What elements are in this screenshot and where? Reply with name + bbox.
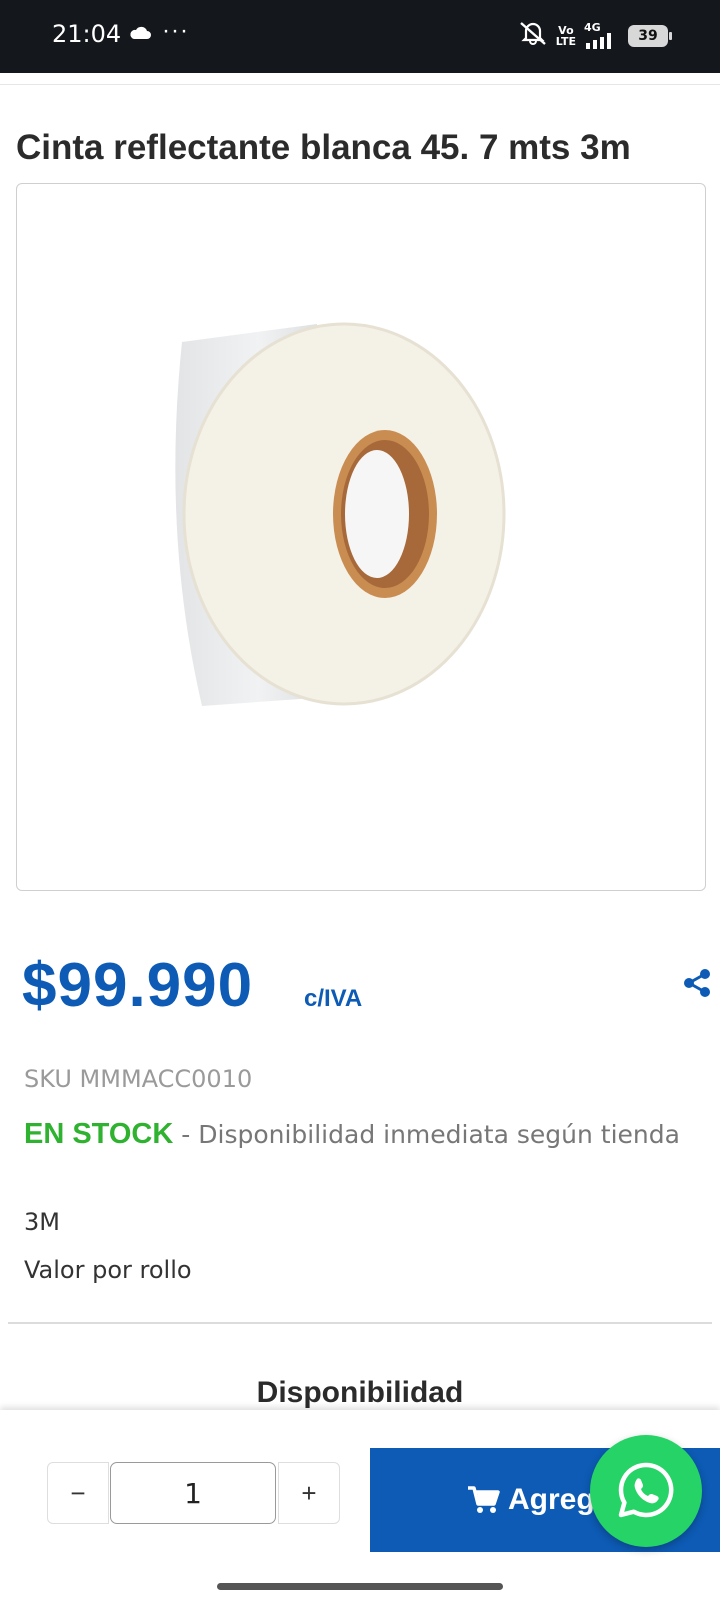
- whatsapp-button[interactable]: [590, 1435, 702, 1547]
- more-notifications-icon: ···: [162, 17, 189, 44]
- signal-icon: 4G: [584, 22, 620, 49]
- tax-label: c/IVA: [304, 985, 363, 1012]
- product-title: Cinta reflectante blanca 45. 7 mts 3m: [16, 128, 631, 167]
- status-bar: 21:04 ··· Vo LTE 4G 39: [0, 0, 720, 73]
- status-icons: Vo LTE 4G 39: [518, 20, 672, 51]
- unit-note: Valor por rollo: [24, 1256, 192, 1284]
- cloud-icon: [128, 24, 152, 45]
- quantity-decrease-button[interactable]: −: [47, 1462, 109, 1524]
- availability-heading: Disponibilidad: [256, 1376, 464, 1409]
- stock-status: EN STOCK - Disponibilidad inmediata segú…: [24, 1112, 684, 1157]
- volte-icon: Vo LTE: [555, 23, 576, 48]
- product-image[interactable]: [16, 183, 706, 891]
- whatsapp-icon: [618, 1462, 674, 1518]
- section-divider: [8, 1322, 712, 1324]
- quantity-input[interactable]: [110, 1462, 276, 1524]
- in-stock-label: EN STOCK: [24, 1118, 174, 1150]
- cart-icon: [468, 1486, 500, 1513]
- battery-icon: 39: [628, 24, 672, 47]
- reflective-tape-roll-icon: [175, 322, 506, 706]
- product-price: $99.990: [22, 951, 254, 1020]
- stock-detail: Disponibilidad inmediata según tienda: [198, 1120, 680, 1149]
- add-to-cart-label: Agreg: [508, 1483, 595, 1516]
- product-sku: SKU MMMACC0010: [24, 1065, 253, 1093]
- status-time: 21:04: [52, 20, 122, 48]
- share-icon[interactable]: [682, 968, 712, 998]
- product-brand: 3M: [24, 1208, 60, 1236]
- stock-separator: -: [173, 1120, 199, 1149]
- header-divider: [0, 84, 720, 85]
- quantity-increase-button[interactable]: +: [278, 1462, 340, 1524]
- mute-icon: [518, 20, 548, 51]
- home-indicator[interactable]: [217, 1583, 503, 1590]
